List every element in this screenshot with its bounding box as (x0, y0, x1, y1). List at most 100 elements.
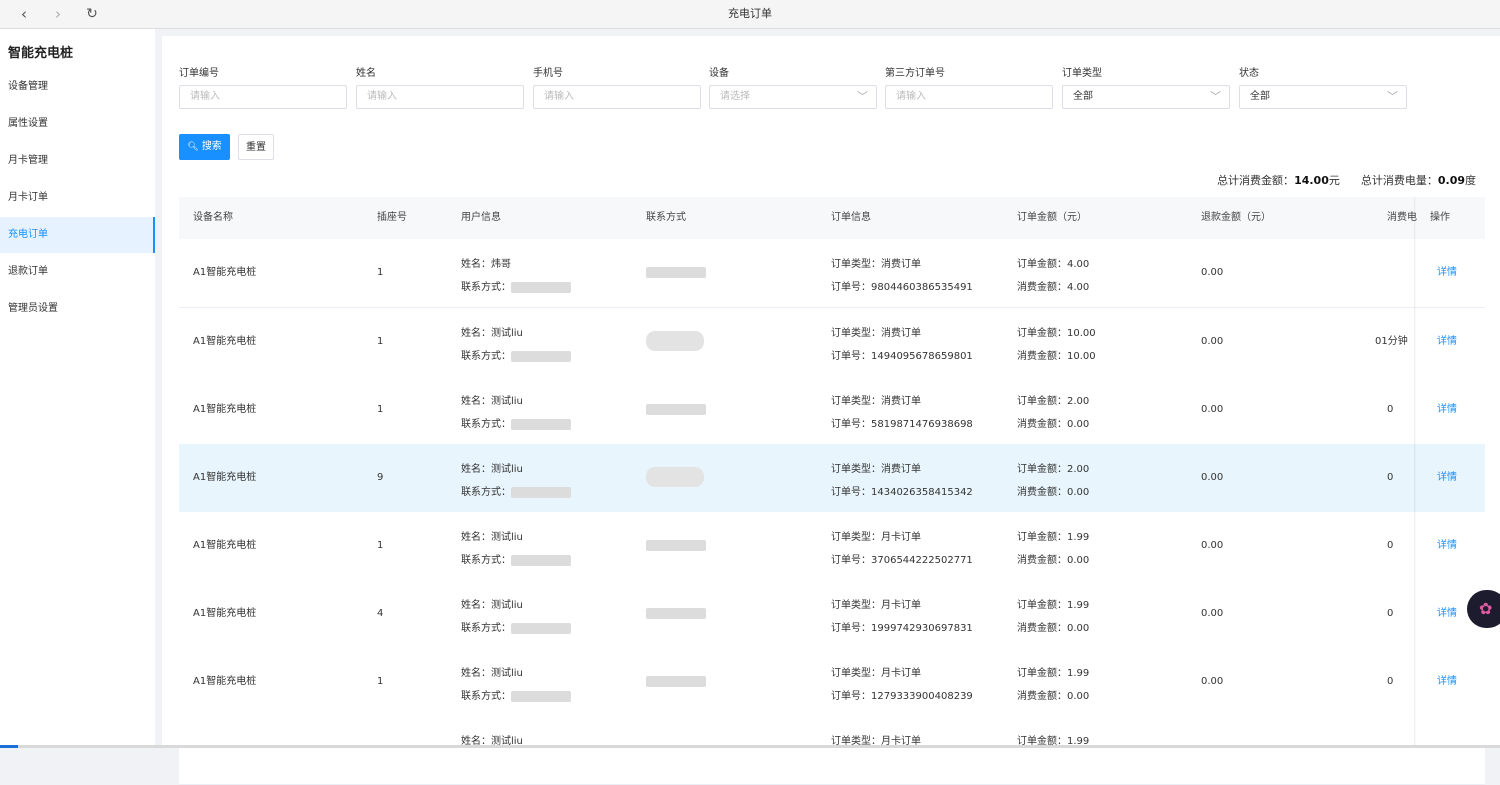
cell-energy: 0 (1387, 676, 1394, 687)
phone-input[interactable]: 请输入 (533, 85, 701, 109)
sidebar-item-property-settings[interactable]: 属性设置 (0, 106, 155, 142)
contact-label: 联系方式： (461, 691, 511, 702)
cell-order-no: 订单号：1434026358415342 (831, 487, 973, 498)
cell-user-contact: 联系方式： (461, 687, 571, 702)
sidebar-item-admin-settings[interactable]: 管理员设置 (0, 291, 155, 327)
table-row: 姓名：测试liu 订单类型：月卡订单 订单金额：1.99 (179, 716, 1485, 785)
cell-refund: 0.00 (1201, 676, 1224, 687)
device-label: 设备 (709, 68, 729, 79)
redacted-block (646, 539, 706, 551)
order-no-input[interactable]: 请输入 (179, 85, 347, 109)
search-icon: 🔍︎ (187, 142, 199, 152)
device-select[interactable]: 请选择 ﹀ (709, 85, 877, 109)
redacted-block (511, 622, 571, 634)
table-row: A1智能充电桩 1 姓名：测试liu 联系方式： 订单类型：消费订单 订单号：1… (179, 308, 1485, 377)
detail-link[interactable]: 详情 (1437, 239, 1457, 307)
cell-refund: 0.00 (1201, 540, 1224, 551)
name-placeholder: 请输入 (367, 91, 397, 102)
col-energy: 消费电 (1387, 212, 1417, 223)
redacted-block (646, 675, 706, 687)
cell-contact (646, 444, 704, 512)
order-type-select[interactable]: 全部 ﹀ (1062, 85, 1230, 109)
col-action: 操作 (1430, 212, 1450, 223)
redacted-block (646, 331, 704, 351)
cell-device: A1智能充电桩 (193, 336, 257, 347)
cell-consume-amount: 消费金额：0.00 (1017, 487, 1090, 498)
contact-label: 联系方式： (461, 419, 511, 430)
table-row: A1智能充电桩 1 姓名：炜哥 联系方式： 订单类型：消费订单 订单号：9804… (179, 239, 1485, 308)
detail-link[interactable]: 详情 (1437, 376, 1457, 444)
cell-refund: 0.00 (1201, 608, 1224, 619)
search-button[interactable]: 🔍︎ 搜索 (179, 134, 230, 160)
contact-label: 联系方式： (461, 555, 511, 566)
search-button-label: 搜索 (201, 141, 222, 152)
order-type-value: 全部 (1073, 91, 1093, 102)
cell-energy: 01分钟 (1375, 336, 1408, 347)
cell-order-type: 订单类型：月卡订单 (831, 600, 921, 611)
cell-order-amount: 订单金额：1.99 (1017, 532, 1090, 543)
detail-link[interactable]: 详情 (1437, 580, 1457, 648)
sidebar-item-monthly-card-orders[interactable]: 月卡订单 (0, 180, 155, 216)
cell-contact (646, 239, 706, 307)
redacted-block (646, 403, 706, 415)
cell-contact (646, 648, 706, 716)
cell-user-name: 姓名：测试liu (461, 532, 523, 543)
cell-order-no: 订单号：1494095678659801 (831, 351, 973, 362)
table-row: A1智能充电桩 1 姓名：测试liu 联系方式： 订单类型：月卡订单 订单号：3… (179, 512, 1485, 581)
redacted-block (511, 350, 571, 362)
cell-socket: 1 (377, 267, 384, 278)
floating-assistant-button[interactable]: ✿ (1467, 590, 1500, 628)
col-socket: 插座号 (377, 212, 407, 223)
order-no-label: 订单编号 (179, 68, 219, 79)
summary: 总计消费金额：14.00元 总计消费电量：0.09度 (1217, 172, 1476, 188)
cell-energy: 0 (1387, 472, 1394, 483)
cell-socket: 4 (377, 608, 384, 619)
detail-link[interactable]: 详情 (1437, 308, 1457, 376)
status-select[interactable]: 全部 ﹀ (1239, 85, 1407, 109)
cell-socket: 1 (377, 336, 384, 347)
cell-refund: 0.00 (1201, 336, 1224, 347)
cell-order-amount: 订单金额：1.99 (1017, 600, 1090, 611)
name-input[interactable]: 请输入 (356, 85, 524, 109)
redacted-block (511, 486, 571, 498)
fixed-column-shadow (1414, 197, 1416, 748)
third-order-label: 第三方订单号 (885, 68, 945, 79)
cell-order-type: 订单类型：月卡订单 (831, 532, 921, 543)
reset-button[interactable]: 重置 (238, 134, 274, 160)
order-type-label: 订单类型 (1062, 68, 1102, 79)
cell-order-no: 订单号：1279333900408239 (831, 691, 973, 702)
col-order-info: 订单信息 (831, 212, 871, 223)
table-header: 设备名称 插座号 用户信息 联系方式 订单信息 订单金额（元） 退款金额（元） … (179, 197, 1485, 239)
sidebar-item-monthly-card[interactable]: 月卡管理 (0, 143, 155, 179)
cell-consume-amount: 消费金额：0.00 (1017, 419, 1090, 430)
detail-link[interactable]: 详情 (1437, 648, 1457, 716)
total-energy-unit: 度 (1465, 174, 1476, 187)
redacted-block (511, 281, 571, 293)
cell-refund: 0.00 (1201, 404, 1224, 415)
cell-socket: 1 (377, 404, 384, 415)
cell-order-type: 订单类型：消费订单 (831, 259, 921, 270)
redacted-block (511, 690, 571, 702)
detail-link[interactable]: 详情 (1437, 512, 1457, 580)
chevron-down-icon: ﹀ (1387, 90, 1398, 103)
phone-placeholder: 请输入 (544, 91, 574, 102)
col-refund: 退款金额（元） (1201, 212, 1271, 223)
cell-user-name: 姓名：测试liu (461, 600, 523, 611)
sidebar-item-device-management[interactable]: 设备管理 (0, 69, 155, 105)
name-label: 姓名 (356, 68, 376, 79)
cell-consume-amount: 消费金额：0.00 (1017, 555, 1090, 566)
cell-order-type: 订单类型：消费订单 (831, 328, 921, 339)
cell-order-amount: 订单金额：10.00 (1017, 328, 1096, 339)
sidebar-item-refund-orders[interactable]: 退款订单 (0, 254, 155, 290)
cell-device: A1智能充电桩 (193, 267, 257, 278)
third-order-input[interactable]: 请输入 (885, 85, 1053, 109)
total-amount-label: 总计消费金额： (1217, 174, 1295, 187)
col-device: 设备名称 (193, 212, 233, 223)
cell-order-amount: 订单金额：4.00 (1017, 259, 1090, 270)
detail-link[interactable]: 详情 (1437, 444, 1457, 512)
cell-device: A1智能充电桩 (193, 608, 257, 619)
sidebar-item-charging-orders[interactable]: 充电订单 (0, 217, 155, 253)
redacted-block (646, 467, 704, 487)
cell-socket: 1 (377, 676, 384, 687)
cell-device: A1智能充电桩 (193, 404, 257, 415)
